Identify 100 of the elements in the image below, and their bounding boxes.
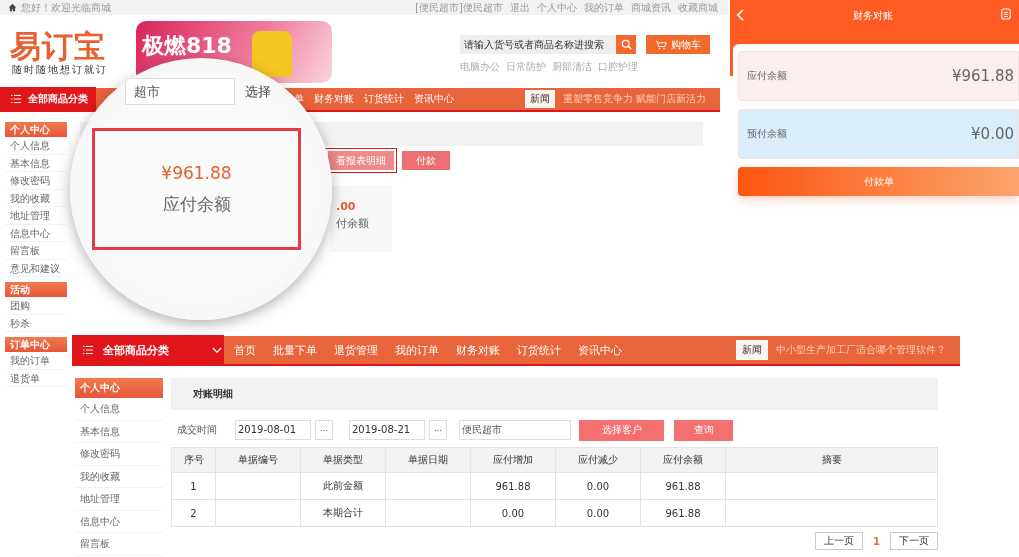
- page-link[interactable]: 1: [873, 535, 880, 547]
- cart-button[interactable]: 购物车: [646, 35, 710, 54]
- column-header: 应付增加: [470, 447, 556, 473]
- sidebar-item[interactable]: 秒杀: [5, 314, 67, 332]
- table-cell: 961.88: [640, 499, 726, 527]
- amount-text: .00: [336, 200, 357, 213]
- nav-link[interactable]: 退货管理: [334, 342, 378, 358]
- table-cell: 961.88: [470, 472, 556, 500]
- sidebar-heading: 活动: [5, 282, 67, 297]
- amount-text: ¥961.88: [951, 67, 1014, 85]
- nav-link[interactable]: 资讯中心: [578, 342, 622, 358]
- amount-text: ¥0.00: [971, 125, 1014, 143]
- sidebar-item[interactable]: 地址管理: [5, 207, 67, 225]
- hot-word-link[interactable]: 电脑办公: [460, 60, 500, 74]
- slogan-text: 随时随地想订就订: [11, 63, 109, 77]
- customer-field[interactable]: 便民超市: [459, 420, 571, 440]
- top-link[interactable]: 我的订单: [584, 0, 624, 15]
- category-button[interactable]: 全部商品分类: [0, 87, 96, 111]
- column-header: 应付减少: [555, 447, 641, 473]
- search-button[interactable]: [616, 35, 636, 54]
- action-button[interactable]: 付款: [402, 151, 450, 170]
- table-cell: 此前金额: [300, 472, 386, 500]
- nav-link[interactable]: 财务对账: [456, 342, 500, 358]
- amount-text: ¥961.88: [161, 162, 232, 183]
- table-cell: 0.00: [555, 472, 641, 500]
- sidebar-item[interactable]: 个人信息: [5, 137, 67, 155]
- category-button[interactable]: 全部商品分类: [72, 335, 224, 365]
- news-link[interactable]: 重塑零售竞争力 赋能门店新活力: [562, 92, 706, 106]
- payment-button[interactable]: 付款单: [738, 167, 1019, 196]
- top-link[interactable]: 个人中心: [537, 0, 577, 15]
- nav-link[interactable]: 我的订单: [395, 342, 439, 358]
- sidebar-item[interactable]: 修改密码: [5, 172, 67, 190]
- balance-label: 付余额: [336, 216, 370, 231]
- date-field[interactable]: 2019-08-21: [349, 420, 425, 440]
- hot-word-link[interactable]: 口腔护理: [598, 60, 638, 74]
- news-tag: 新闻: [524, 90, 555, 108]
- greeting-text: 您好！欢迎光临商城: [21, 0, 111, 15]
- filter-label: 成交时间: [176, 423, 218, 437]
- nav-link[interactable]: 资讯中心: [414, 92, 454, 106]
- date-picker-button[interactable]: [429, 420, 447, 440]
- balance-label: 应付余额: [162, 192, 231, 216]
- table-cell: 961.88: [640, 472, 726, 500]
- sidebar-item[interactable]: 地址管理: [75, 488, 163, 511]
- back-icon: [736, 8, 745, 22]
- top-link[interactable]: 退出: [510, 0, 530, 15]
- field-label: 选择: [245, 82, 271, 101]
- date-picker-button[interactable]: [315, 420, 333, 440]
- sidebar-item[interactable]: 个人信息: [75, 398, 163, 421]
- menu-icon: [10, 94, 22, 104]
- sidebar-item[interactable]: 留言板: [75, 533, 163, 556]
- date-field[interactable]: 2019-08-01: [235, 420, 311, 440]
- balance-label: 预付余额: [747, 127, 787, 141]
- sidebar-item[interactable]: 我的订单: [5, 352, 67, 370]
- logo: 易订宝: [10, 29, 107, 63]
- column-header: 摘要: [725, 447, 938, 473]
- filter-button[interactable]: 查询: [674, 419, 733, 441]
- column-header: 单据日期: [385, 447, 471, 473]
- section-title: 对账明细: [171, 378, 938, 410]
- table-cell: 本期合计: [300, 499, 386, 527]
- news-tag: 新闻: [736, 340, 768, 360]
- sidebar-item[interactable]: 信息中心: [5, 224, 67, 242]
- sidebar-item[interactable]: 基本信息: [75, 420, 163, 443]
- next-page-button[interactable]: 下一页: [890, 532, 938, 550]
- sidebar-heading: 个人中心: [5, 122, 67, 137]
- sidebar-item[interactable]: 修改密码: [75, 443, 163, 466]
- top-link[interactable]: 收藏商城: [678, 0, 718, 15]
- cart-icon: [655, 39, 667, 50]
- table-cell: 2: [171, 499, 216, 527]
- nav-link[interactable]: 订货统计: [517, 342, 561, 358]
- nav-link[interactable]: 批量下单: [273, 342, 317, 358]
- sidebar-item[interactable]: 意见和建议: [5, 259, 67, 277]
- nav-link[interactable]: 订货统计: [364, 92, 404, 106]
- news-link[interactable]: 中小型生产加工厂适合哪个管理软件？: [776, 343, 946, 357]
- sidebar-item[interactable]: 信息中心: [75, 510, 163, 533]
- hot-word-link[interactable]: 厨部清洁: [552, 60, 592, 74]
- customer-field[interactable]: 超市: [125, 78, 235, 105]
- prev-page-button[interactable]: 上一页: [815, 532, 864, 550]
- sidebar-heading: 个人中心: [75, 378, 163, 398]
- hot-word-link[interactable]: 日常防护: [506, 60, 546, 74]
- sidebar-item[interactable]: 我的收藏: [75, 465, 163, 488]
- sidebar-heading: 订单中心: [5, 337, 67, 352]
- sidebar-item[interactable]: 我的收藏: [5, 189, 67, 207]
- home-icon: [8, 3, 17, 12]
- top-link[interactable]: [便民超市]便民超市: [415, 0, 503, 15]
- sidebar-item[interactable]: 团购: [5, 297, 67, 315]
- table-cell: 0.00: [555, 499, 641, 527]
- nav-link[interactable]: 首页: [234, 342, 256, 358]
- balance-label: 应付余额: [747, 69, 787, 83]
- search-field[interactable]: 请输入货号或者商品名称进搜索: [460, 35, 616, 54]
- menu-icon: [82, 345, 94, 355]
- top-link[interactable]: 商城资讯: [631, 0, 671, 15]
- screen-title: 财务对账: [853, 9, 893, 23]
- filter-button[interactable]: 选择客户: [579, 419, 664, 441]
- sidebar-item[interactable]: 退货单: [5, 369, 67, 387]
- action-button[interactable]: 看报表明细: [328, 151, 394, 170]
- sidebar-item[interactable]: 基本信息: [5, 154, 67, 172]
- column-header: 单据类型: [300, 447, 386, 473]
- nav-link[interactable]: 财务对账: [314, 92, 354, 106]
- more-icon: [320, 428, 328, 432]
- sidebar-item[interactable]: 留言板: [5, 242, 67, 260]
